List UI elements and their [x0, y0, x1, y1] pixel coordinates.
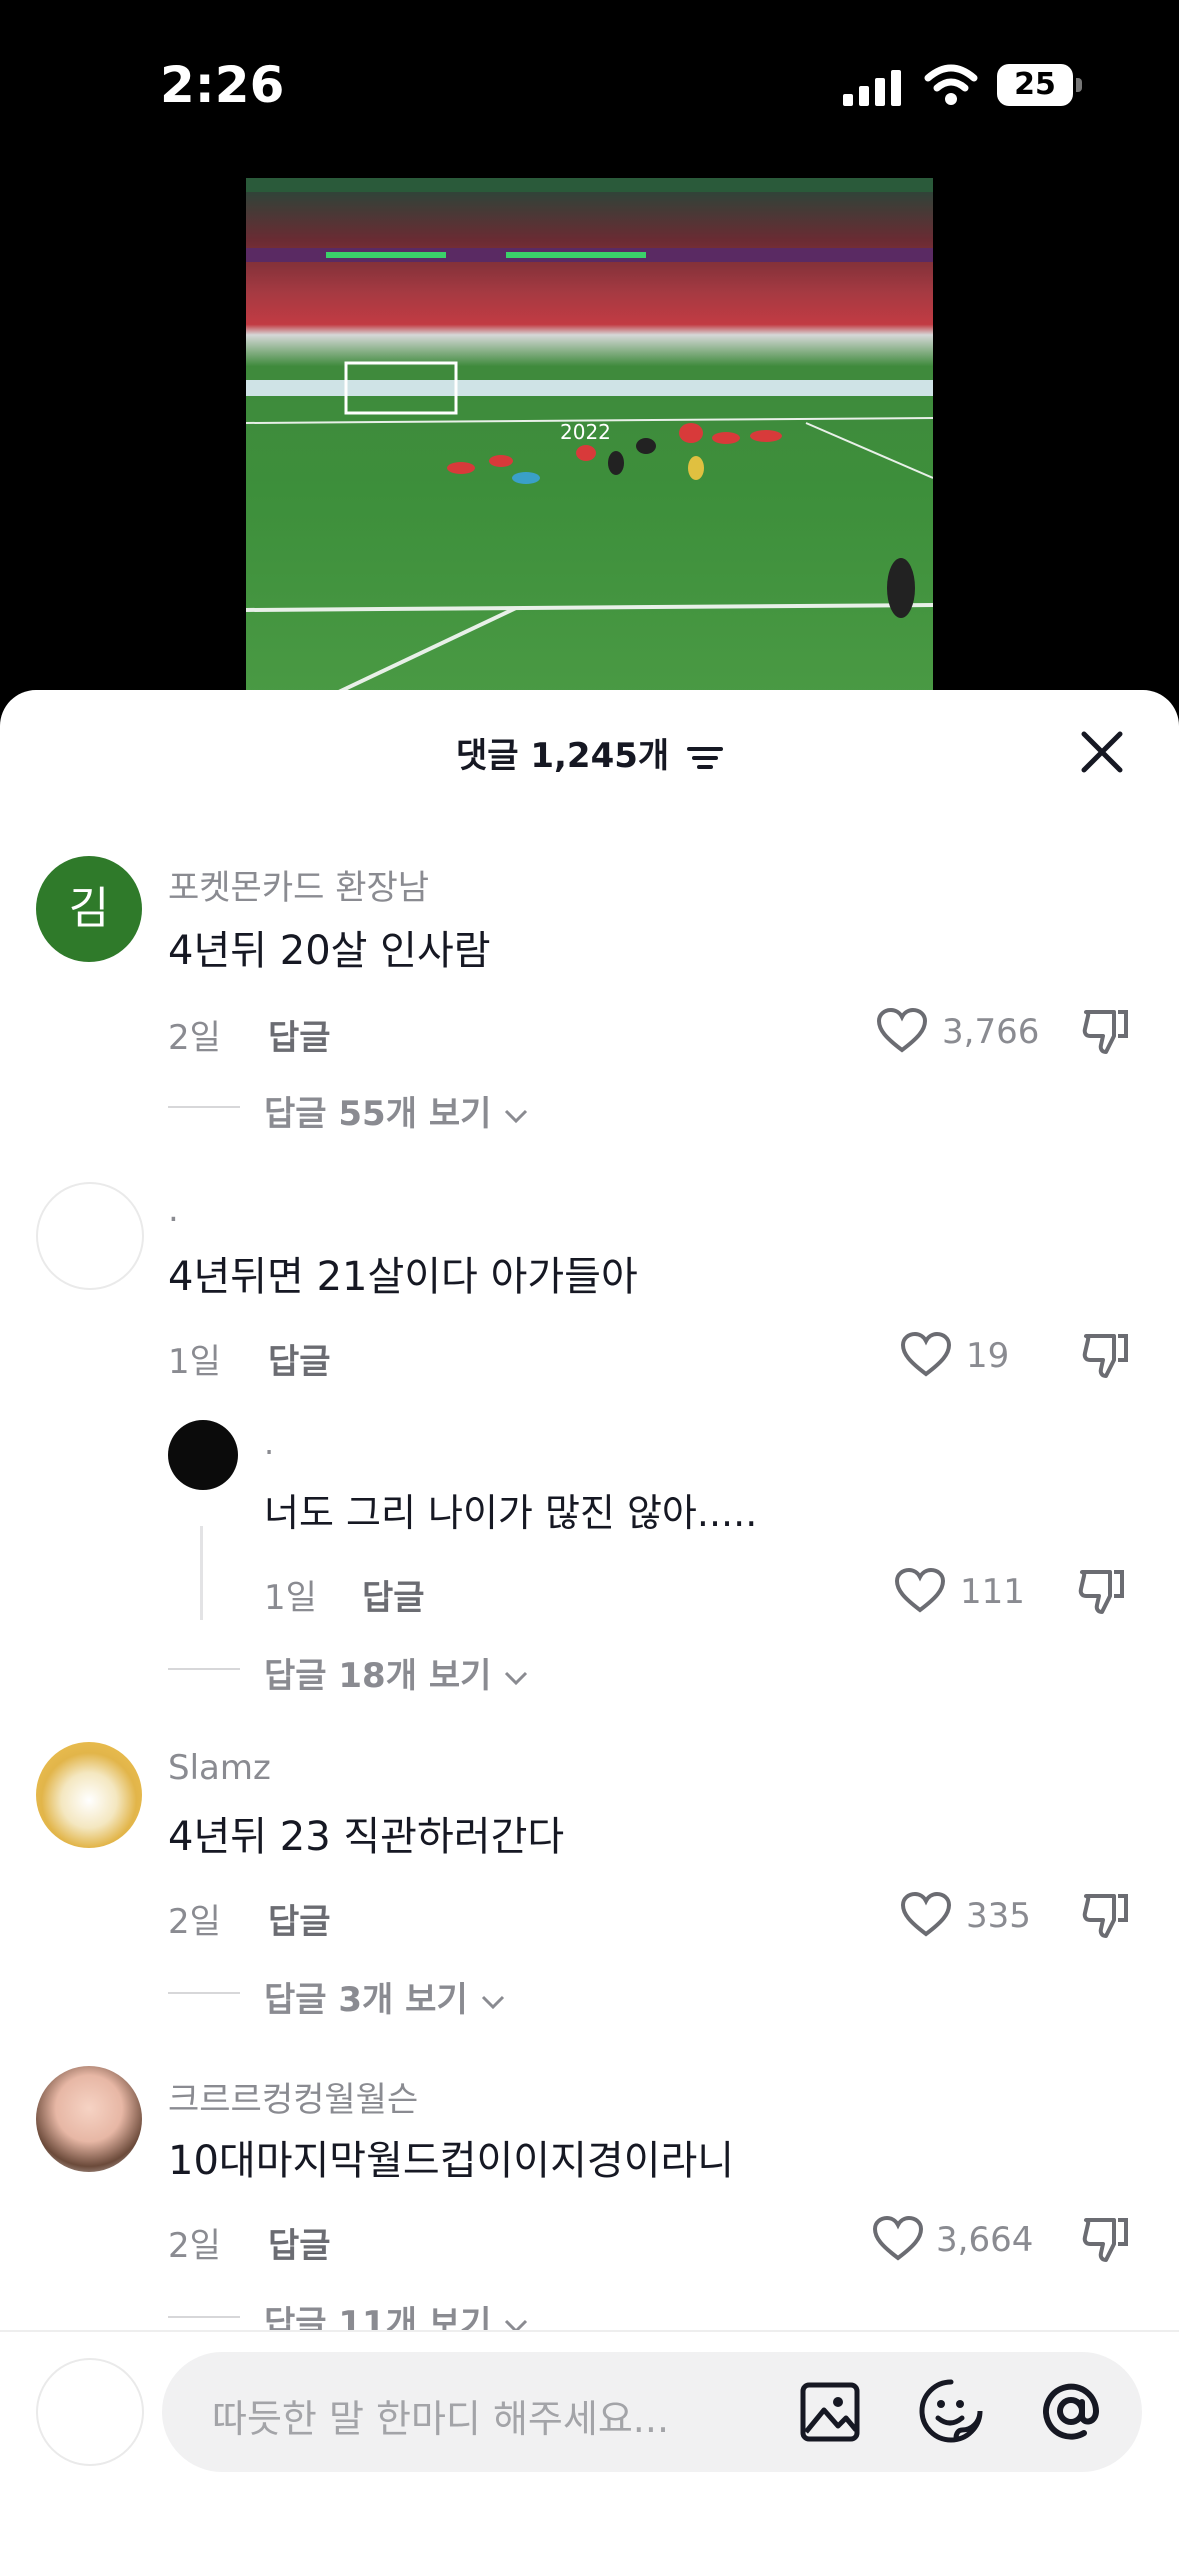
dislike-icon[interactable] — [1080, 1006, 1132, 1058]
heart-icon[interactable] — [900, 1332, 952, 1378]
reply-button[interactable]: 답글 — [268, 1334, 331, 1383]
view-replies-label: 답글 55개 보기 — [264, 1094, 492, 1134]
reply-text: 너도 그리 나이가 많진 않아..... — [264, 1491, 758, 1535]
view-replies-label: 답글 18개 보기 — [264, 1656, 492, 1696]
comments-count-title: 댓글 1,245개 — [455, 736, 670, 776]
avatar[interactable] — [168, 1420, 238, 1490]
view-replies-button[interactable]: 답글 18개 보기 — [264, 1648, 529, 1697]
comment-text: 4년뒤면 21살이다 아가들아 — [168, 1254, 638, 1300]
reply-time: 1일 — [264, 1578, 317, 1618]
like-count: 19 — [966, 1336, 1010, 1376]
video-overlay-text: 2022 — [560, 420, 611, 444]
comment-time: 1일 — [168, 1342, 221, 1382]
reply-thread-line — [200, 1526, 203, 1620]
reply-button[interactable]: 답글 — [268, 1010, 331, 1059]
comment-username[interactable]: 크르르컹컹월월슨 — [168, 2072, 418, 2121]
comment-time: 2일 — [168, 1018, 221, 1058]
reply-username[interactable]: . — [264, 1424, 274, 1462]
heart-icon[interactable] — [894, 1568, 946, 1614]
image-icon[interactable] — [800, 2382, 860, 2442]
comment-username[interactable]: Slamz — [168, 1748, 271, 1788]
comment-text: 4년뒤 20살 인사람 — [168, 928, 491, 974]
divider-line — [168, 2316, 240, 2318]
wifi-icon — [924, 64, 978, 105]
my-avatar[interactable] — [36, 2358, 144, 2466]
chevron-down-icon — [505, 1109, 528, 1123]
chevron-down-icon — [505, 1671, 528, 1685]
reply-button[interactable]: 답글 — [268, 2218, 331, 2267]
cellular-signal-icon — [843, 70, 901, 106]
battery-nub — [1076, 78, 1082, 92]
view-replies-button[interactable]: 답글 3개 보기 — [264, 1972, 506, 2021]
chevron-down-icon — [481, 1995, 504, 2009]
comment-text: 4년뒤 23 직관하러간다 — [168, 1814, 565, 1860]
like-count: 335 — [966, 1896, 1031, 1936]
avatar[interactable] — [36, 1742, 142, 1848]
reply-button[interactable]: 답글 — [268, 1894, 331, 1943]
comment-time: 2일 — [168, 2226, 221, 2266]
dislike-icon[interactable] — [1076, 1566, 1128, 1618]
avatar[interactable] — [36, 1182, 144, 1290]
divider-line — [168, 1992, 240, 1994]
avatar[interactable] — [36, 2066, 142, 2172]
battery-icon: 25 — [997, 64, 1073, 106]
mention-icon[interactable] — [1038, 2378, 1104, 2444]
view-replies-button[interactable]: 답글 55개 보기 — [264, 1086, 529, 1135]
sort-filter-icon[interactable] — [687, 743, 724, 773]
comment-input-placeholder: 따듯한 말 한마디 해주세요... — [212, 2397, 670, 2441]
divider-line — [168, 1106, 240, 1108]
comment-time: 2일 — [168, 1902, 221, 1942]
avatar[interactable]: 김 — [36, 856, 142, 962]
like-count: 111 — [960, 1572, 1025, 1612]
comment-text: 10대마지막월드컵이이지경이라니 — [168, 2138, 735, 2184]
like-count: 3,664 — [936, 2220, 1034, 2260]
dislike-icon[interactable] — [1080, 1890, 1132, 1942]
heart-icon[interactable] — [872, 2216, 924, 2262]
heart-icon[interactable] — [876, 1008, 928, 1054]
comment-username[interactable]: . — [168, 1190, 179, 1230]
view-replies-label: 답글 3개 보기 — [264, 1980, 468, 2020]
dislike-icon[interactable] — [1080, 1330, 1132, 1382]
heart-icon[interactable] — [900, 1892, 952, 1938]
reply-button[interactable]: 답글 — [362, 1570, 425, 1619]
comments-header: 댓글 1,245개 — [0, 728, 1179, 777]
divider-line — [168, 1668, 240, 1670]
dislike-icon[interactable] — [1080, 2214, 1132, 2266]
comment-username[interactable]: 포켓몬카드 환장남 — [168, 860, 429, 909]
close-icon[interactable] — [1080, 730, 1124, 774]
emoji-icon[interactable] — [918, 2378, 984, 2444]
like-count: 3,766 — [942, 1012, 1040, 1052]
status-time: 2:26 — [160, 56, 285, 114]
